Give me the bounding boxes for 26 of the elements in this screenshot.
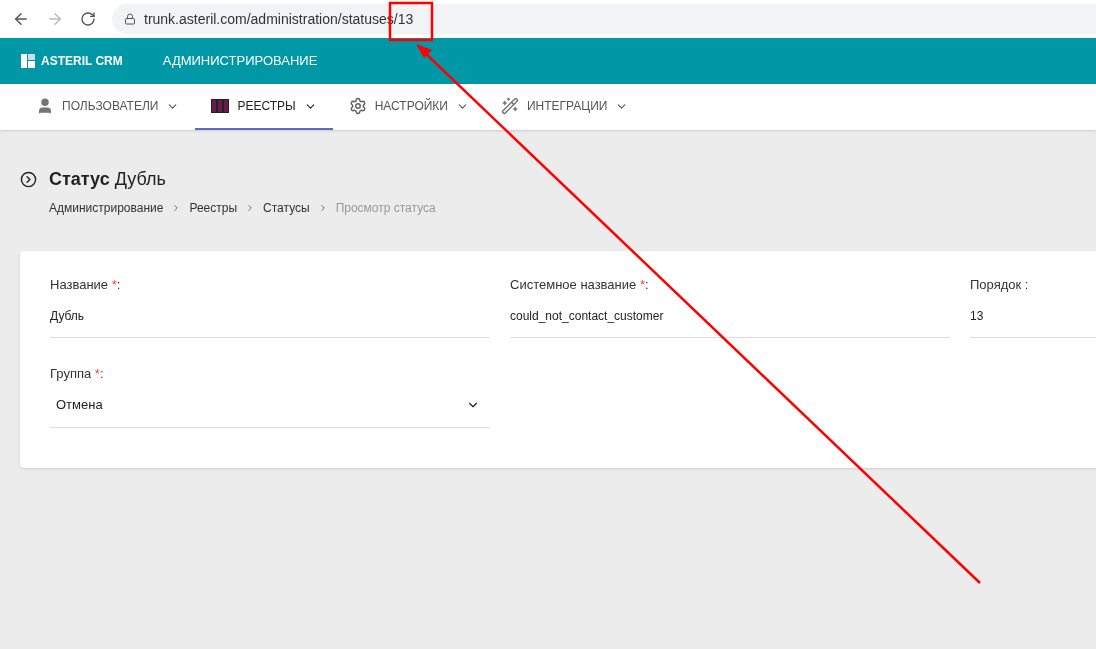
magic-wand-icon (501, 97, 519, 115)
nav-tab[interactable]: НАСТРОЙКИ (332, 84, 485, 130)
nav-tab[interactable]: ПОЛЬЗОВАТЕЛИ (20, 84, 196, 130)
section-title[interactable]: АДМИНИСТРИРОВАНИЕ (162, 51, 318, 71)
logo-text: ASTERIL CRM (41, 53, 123, 70)
text-field[interactable]: Дубль (50, 306, 490, 338)
field-label: Группа *: (50, 364, 105, 383)
breadcrumb-link[interactable]: Статусы (263, 199, 310, 217)
breadcrumb-link[interactable]: Реестры (189, 199, 238, 217)
group-select[interactable]: Отмена (50, 395, 490, 428)
nav-tab[interactable]: РЕЕСТРЫ (195, 84, 333, 130)
back-icon[interactable] (12, 10, 30, 28)
reload-icon[interactable] (80, 11, 96, 27)
gear-icon (348, 97, 367, 115)
page-title: Статус Дубль (49, 168, 166, 191)
logo-icon (21, 54, 35, 68)
breadcrumb-link[interactable]: Администрирование (49, 199, 164, 217)
user-icon (36, 97, 54, 115)
text-field[interactable]: 13 (970, 306, 1096, 338)
lock-icon (124, 13, 136, 25)
binders-icon (211, 99, 230, 113)
field-label: Название *: (50, 276, 122, 294)
nav-tab[interactable]: ИНТЕГРАЦИИ (485, 84, 645, 130)
text-field[interactable]: could_not_contact_customer (510, 306, 950, 338)
field-label: Системное название *: (510, 276, 650, 294)
field-label: Порядок : (970, 276, 1030, 294)
